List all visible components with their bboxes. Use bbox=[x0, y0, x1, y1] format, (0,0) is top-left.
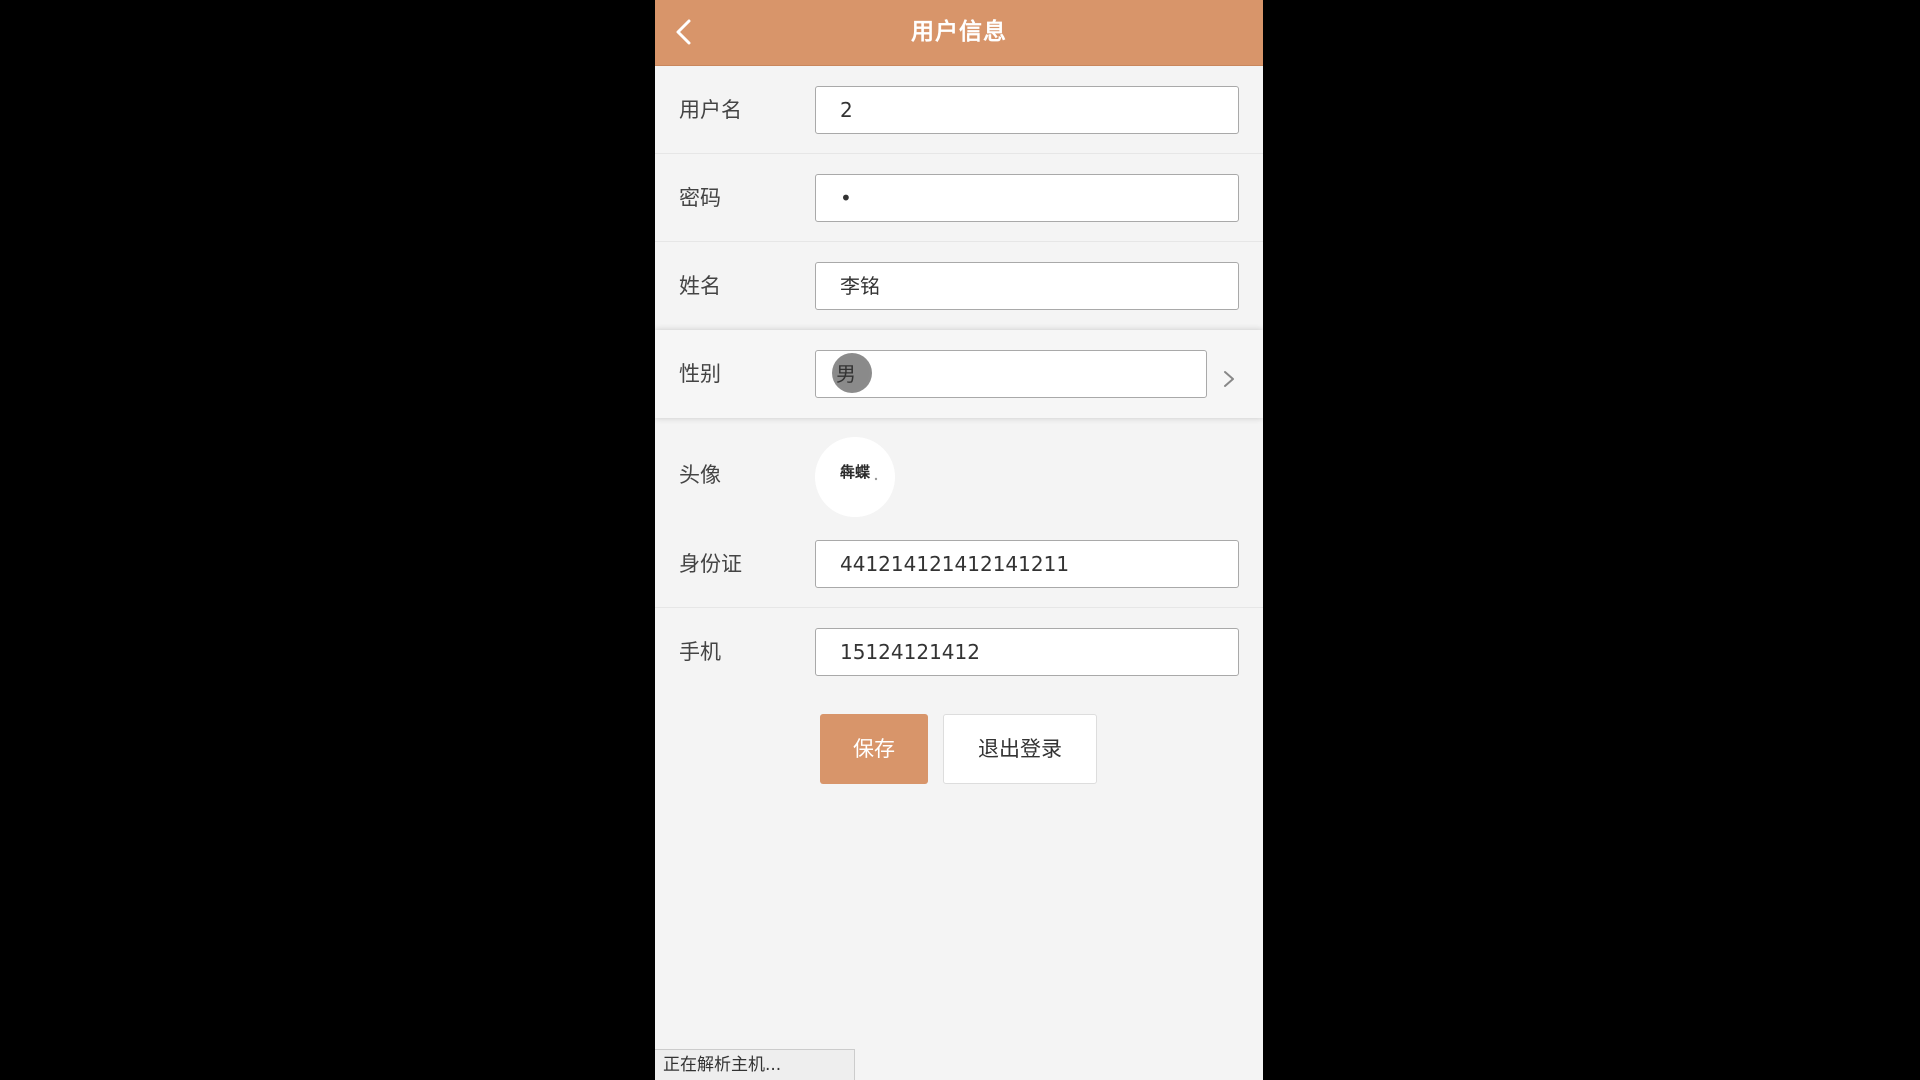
avatar-row: 头像 bbox=[655, 431, 1263, 519]
avatar-image: 犇蝶 bbox=[815, 437, 895, 517]
id-card-input[interactable]: 441214121412141211 bbox=[815, 540, 1239, 588]
phone-label: 手机 bbox=[679, 640, 721, 664]
logout-button[interactable]: 退出登录 bbox=[943, 714, 1097, 784]
app-header: 用户信息 bbox=[655, 0, 1263, 66]
name-label: 姓名 bbox=[679, 274, 721, 298]
avatar-label: 头像 bbox=[679, 463, 721, 487]
username-label: 用户名 bbox=[679, 98, 742, 122]
id-card-row: 身份证 441214121412141211 bbox=[655, 520, 1263, 608]
page-title: 用户信息 bbox=[911, 19, 1007, 45]
username-input[interactable]: 2 bbox=[815, 86, 1239, 134]
gender-value: 男 bbox=[836, 362, 856, 386]
name-input[interactable]: 李铭 bbox=[815, 262, 1239, 310]
gender-select[interactable]: 男 bbox=[815, 350, 1207, 398]
username-row: 用户名 2 bbox=[655, 66, 1263, 154]
password-label: 密码 bbox=[679, 186, 721, 210]
avatar[interactable]: 犇蝶 bbox=[815, 437, 895, 517]
save-button[interactable]: 保存 bbox=[820, 714, 928, 784]
gender-row[interactable]: 性别 男 bbox=[655, 330, 1263, 418]
mobile-app-screen: 用户信息 用户名 2 密码 • 姓名 李铭 性别 男 头像 犇蝶 身份证 441… bbox=[655, 0, 1263, 1080]
password-row: 密码 • bbox=[655, 154, 1263, 242]
avatar-calligraphy: 犇蝶 bbox=[840, 463, 871, 481]
password-input[interactable]: • bbox=[815, 174, 1239, 222]
phone-input[interactable]: 15124121412 bbox=[815, 628, 1239, 676]
id-card-label: 身份证 bbox=[679, 552, 742, 576]
phone-row: 手机 15124121412 bbox=[655, 608, 1263, 696]
gender-label: 性别 bbox=[679, 362, 721, 386]
browser-status-bar: 正在解析主机... bbox=[655, 1049, 855, 1080]
name-row: 姓名 李铭 bbox=[655, 242, 1263, 330]
chevron-right-icon[interactable] bbox=[1221, 370, 1237, 388]
